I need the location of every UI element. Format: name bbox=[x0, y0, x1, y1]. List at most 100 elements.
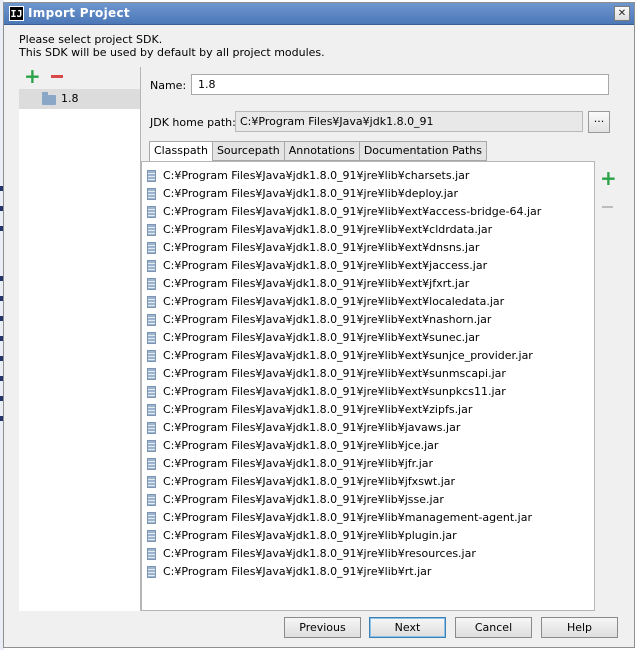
intro-line-1: Please select project SDK. bbox=[19, 33, 163, 46]
help-button[interactable]: Help bbox=[541, 617, 618, 638]
classpath-entry-text: C:¥Program Files¥Java¥jdk1.8.0_91¥jre¥li… bbox=[163, 565, 432, 578]
next-button[interactable]: Next bbox=[369, 617, 446, 638]
classpath-entry-text: C:¥Program Files¥Java¥jdk1.8.0_91¥jre¥li… bbox=[163, 187, 459, 200]
previous-button[interactable]: Previous bbox=[284, 617, 361, 638]
name-label: Name: bbox=[150, 79, 187, 92]
jar-icon bbox=[147, 332, 156, 344]
classpath-row[interactable]: C:¥Program Files¥Java¥jdk1.8.0_91¥jre¥li… bbox=[147, 257, 594, 275]
classpath-row[interactable]: C:¥Program Files¥Java¥jdk1.8.0_91¥jre¥li… bbox=[147, 167, 594, 185]
classpath-entry-text: C:¥Program Files¥Java¥jdk1.8.0_91¥jre¥li… bbox=[163, 511, 532, 524]
jar-icon bbox=[147, 458, 156, 470]
classpath-entry-text: C:¥Program Files¥Java¥jdk1.8.0_91¥jre¥li… bbox=[163, 457, 434, 470]
classpath-row[interactable]: C:¥Program Files¥Java¥jdk1.8.0_91¥jre¥li… bbox=[147, 365, 594, 383]
classpath-row[interactable]: C:¥Program Files¥Java¥jdk1.8.0_91¥jre¥li… bbox=[147, 437, 594, 455]
jar-icon bbox=[147, 350, 156, 362]
classpath-row[interactable]: C:¥Program Files¥Java¥jdk1.8.0_91¥jre¥li… bbox=[147, 419, 594, 437]
classpath-row[interactable]: C:¥Program Files¥Java¥jdk1.8.0_91¥jre¥li… bbox=[147, 563, 594, 581]
jdk-home-path-field[interactable] bbox=[235, 111, 583, 132]
classpath-entry-text: C:¥Program Files¥Java¥jdk1.8.0_91¥jre¥li… bbox=[163, 295, 505, 308]
jar-icon bbox=[147, 386, 156, 398]
classpath-row[interactable]: C:¥Program Files¥Java¥jdk1.8.0_91¥jre¥li… bbox=[147, 203, 594, 221]
jar-icon bbox=[147, 314, 156, 326]
classpath-row[interactable]: C:¥Program Files¥Java¥jdk1.8.0_91¥jre¥li… bbox=[147, 329, 594, 347]
classpath-entry-text: C:¥Program Files¥Java¥jdk1.8.0_91¥jre¥li… bbox=[163, 367, 506, 380]
sdk-list-panel: + 1.8 bbox=[19, 66, 140, 611]
jar-icon bbox=[147, 224, 156, 236]
jar-icon bbox=[147, 188, 156, 200]
folder-icon bbox=[42, 92, 56, 105]
classpath-entry-text: C:¥Program Files¥Java¥jdk1.8.0_91¥jre¥li… bbox=[163, 403, 473, 416]
classpath-row[interactable]: C:¥Program Files¥Java¥jdk1.8.0_91¥jre¥li… bbox=[147, 221, 594, 239]
intro-text: Please select project SDK. This SDK will… bbox=[19, 33, 325, 59]
classpath-entry-text: C:¥Program Files¥Java¥jdk1.8.0_91¥jre¥li… bbox=[163, 313, 492, 326]
classpath-row[interactable]: C:¥Program Files¥Java¥jdk1.8.0_91¥jre¥li… bbox=[147, 401, 594, 419]
classpath-entry-text: C:¥Program Files¥Java¥jdk1.8.0_91¥jre¥li… bbox=[163, 277, 470, 290]
classpath-row[interactable]: C:¥Program Files¥Java¥jdk1.8.0_91¥jre¥li… bbox=[147, 275, 594, 293]
tab-annotations[interactable]: Annotations bbox=[284, 141, 360, 161]
tab-bar: Classpath Sourcepath Annotations Documen… bbox=[149, 141, 488, 162]
classpath-row[interactable]: C:¥Program Files¥Java¥jdk1.8.0_91¥jre¥li… bbox=[147, 185, 594, 203]
classpath-entry-text: C:¥Program Files¥Java¥jdk1.8.0_91¥jre¥li… bbox=[163, 223, 493, 236]
remove-sdk-button[interactable] bbox=[51, 75, 63, 78]
jar-icon bbox=[147, 368, 156, 380]
classpath-entry-text: C:¥Program Files¥Java¥jdk1.8.0_91¥jre¥li… bbox=[163, 493, 444, 506]
classpath-entry-text: C:¥Program Files¥Java¥jdk1.8.0_91¥jre¥li… bbox=[163, 331, 480, 344]
classpath-entry-text: C:¥Program Files¥Java¥jdk1.8.0_91¥jre¥li… bbox=[163, 475, 456, 488]
title-bar[interactable]: IJ Import Project ✕ bbox=[4, 3, 634, 25]
classpath-row[interactable]: C:¥Program Files¥Java¥jdk1.8.0_91¥jre¥li… bbox=[147, 491, 594, 509]
jar-icon bbox=[147, 260, 156, 272]
classpath-row[interactable]: C:¥Program Files¥Java¥jdk1.8.0_91¥jre¥li… bbox=[147, 293, 594, 311]
classpath-entry-text: C:¥Program Files¥Java¥jdk1.8.0_91¥jre¥li… bbox=[163, 349, 533, 362]
classpath-row[interactable]: C:¥Program Files¥Java¥jdk1.8.0_91¥jre¥li… bbox=[147, 455, 594, 473]
import-project-dialog: IJ Import Project ✕ Please select projec… bbox=[3, 2, 635, 648]
intellij-icon: IJ bbox=[9, 6, 24, 21]
classpath-entry-text: C:¥Program Files¥Java¥jdk1.8.0_91¥jre¥li… bbox=[163, 547, 476, 560]
classpath-entry-text: C:¥Program Files¥Java¥jdk1.8.0_91¥jre¥li… bbox=[163, 529, 457, 542]
classpath-row[interactable]: C:¥Program Files¥Java¥jdk1.8.0_91¥jre¥li… bbox=[147, 347, 594, 365]
jar-icon bbox=[147, 494, 156, 506]
sdk-item-label: 1.8 bbox=[61, 92, 79, 105]
sdk-list-item[interactable]: 1.8 bbox=[19, 89, 140, 109]
classpath-entry-text: C:¥Program Files¥Java¥jdk1.8.0_91¥jre¥li… bbox=[163, 421, 461, 434]
classpath-entries: C:¥Program Files¥Java¥jdk1.8.0_91¥jre¥li… bbox=[147, 167, 594, 581]
add-classpath-button[interactable]: + bbox=[600, 168, 617, 188]
classpath-entry-text: C:¥Program Files¥Java¥jdk1.8.0_91¥jre¥li… bbox=[163, 439, 439, 452]
add-sdk-button[interactable]: + bbox=[24, 66, 41, 86]
jar-icon bbox=[147, 530, 156, 542]
jdk-home-label: JDK home path: bbox=[150, 116, 236, 129]
classpath-row[interactable]: C:¥Program Files¥Java¥jdk1.8.0_91¥jre¥li… bbox=[147, 383, 594, 401]
tab-classpath[interactable]: Classpath bbox=[149, 141, 213, 162]
cancel-button[interactable]: Cancel bbox=[455, 617, 532, 638]
tab-sourcepath[interactable]: Sourcepath bbox=[212, 141, 285, 161]
classpath-list[interactable]: C:¥Program Files¥Java¥jdk1.8.0_91¥jre¥li… bbox=[141, 161, 595, 611]
browse-button[interactable]: ... bbox=[588, 111, 610, 133]
jar-icon bbox=[147, 242, 156, 254]
jar-icon bbox=[147, 278, 156, 290]
sdk-toolbar: + bbox=[19, 66, 140, 89]
classpath-row[interactable]: C:¥Program Files¥Java¥jdk1.8.0_91¥jre¥li… bbox=[147, 545, 594, 563]
classpath-entry-text: C:¥Program Files¥Java¥jdk1.8.0_91¥jre¥li… bbox=[163, 259, 488, 272]
dialog-title: Import Project bbox=[28, 6, 130, 20]
tab-documentation-paths[interactable]: Documentation Paths bbox=[359, 141, 488, 161]
classpath-row[interactable]: C:¥Program Files¥Java¥jdk1.8.0_91¥jre¥li… bbox=[147, 527, 594, 545]
jar-icon bbox=[147, 206, 156, 218]
jar-icon bbox=[147, 422, 156, 434]
classpath-entry-text: C:¥Program Files¥Java¥jdk1.8.0_91¥jre¥li… bbox=[163, 169, 470, 182]
classpath-row[interactable]: C:¥Program Files¥Java¥jdk1.8.0_91¥jre¥li… bbox=[147, 239, 594, 257]
jar-icon bbox=[147, 296, 156, 308]
classpath-toolbar: + bbox=[595, 161, 636, 611]
classpath-row[interactable]: C:¥Program Files¥Java¥jdk1.8.0_91¥jre¥li… bbox=[147, 509, 594, 527]
jar-icon bbox=[147, 440, 156, 452]
remove-classpath-button[interactable] bbox=[602, 206, 613, 208]
jar-icon bbox=[147, 404, 156, 416]
classpath-row[interactable]: C:¥Program Files¥Java¥jdk1.8.0_91¥jre¥li… bbox=[147, 473, 594, 491]
classpath-row[interactable]: C:¥Program Files¥Java¥jdk1.8.0_91¥jre¥li… bbox=[147, 311, 594, 329]
jar-icon bbox=[147, 548, 156, 560]
jar-icon bbox=[147, 566, 156, 578]
classpath-entry-text: C:¥Program Files¥Java¥jdk1.8.0_91¥jre¥li… bbox=[163, 241, 480, 254]
jar-icon bbox=[147, 512, 156, 524]
close-button[interactable]: ✕ bbox=[614, 6, 630, 21]
name-field[interactable] bbox=[191, 74, 609, 95]
classpath-entry-text: C:¥Program Files¥Java¥jdk1.8.0_91¥jre¥li… bbox=[163, 385, 506, 398]
jar-icon bbox=[147, 170, 156, 182]
